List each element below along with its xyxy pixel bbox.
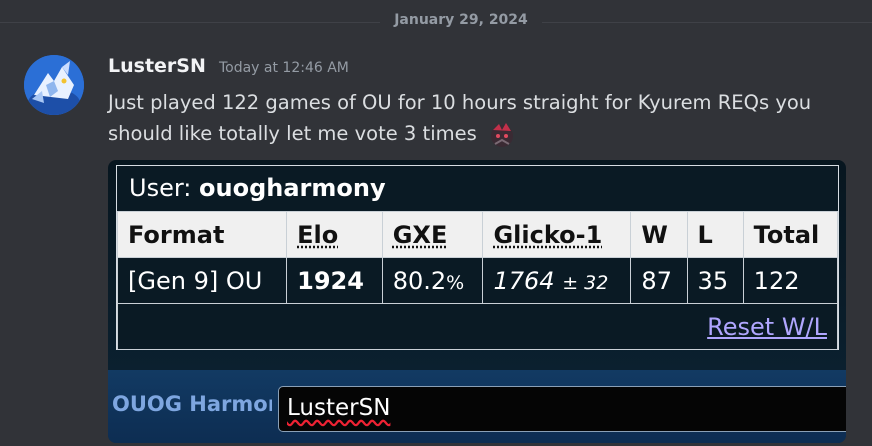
divider-line-right — [542, 22, 872, 23]
user-label: User: — [129, 174, 192, 202]
table-row: [Gen 9] OU 1924 80.2% 1764 ± 32 87 35 12… — [116, 257, 839, 304]
ladder-stats-panel: User: ouogharmony Format Elo GXE Glicko-… — [116, 165, 839, 350]
avatar[interactable] — [24, 55, 84, 115]
cell-glicko: 1764 ± 32 — [482, 257, 632, 304]
ladder-user-line: User: ouogharmony — [129, 174, 386, 202]
cell-wins: 87 — [630, 257, 688, 304]
reset-cell: Reset W/L — [117, 303, 838, 350]
name-label: OUOG Harmony — [112, 392, 272, 416]
header-wins: W — [630, 211, 688, 258]
kyurem-avatar-icon — [24, 55, 84, 115]
reset-row: Reset W/L — [117, 303, 838, 350]
user-name: ouogharmony — [199, 174, 386, 202]
header-total: Total — [742, 211, 839, 258]
cell-gxe: 80.2% — [381, 257, 484, 304]
message-timestamp[interactable]: Today at 12:46 AM — [219, 60, 349, 76]
cell-format: [Gen 9] OU — [116, 257, 288, 304]
header-gxe: GXE — [381, 211, 484, 258]
message-content: Just played 122 games of OU for 10 hours… — [108, 87, 848, 150]
table-header-row: Format Elo GXE Glicko-1 W L Total — [116, 211, 839, 258]
cell-elo: 1924 — [286, 257, 383, 304]
image-attachment[interactable]: User: ouogharmony Format Elo GXE Glicko-… — [108, 160, 846, 443]
header-losses: L — [686, 211, 744, 258]
date-divider: January 29, 2024 — [0, 10, 872, 34]
message-header: LusterSN Today at 12:46 AM — [108, 55, 349, 83]
reset-wl-link[interactable]: Reset W/L — [707, 313, 827, 341]
header-format: Format — [116, 211, 288, 258]
message-author[interactable]: LusterSN — [108, 55, 206, 77]
ladder-stats-table: Format Elo GXE Glicko-1 W L Total [Gen 9… — [116, 211, 839, 350]
name-input[interactable]: LusterSN — [278, 386, 846, 432]
divider-line-left — [0, 22, 380, 23]
chat-view: January 29, 2024 LusterSN Today at 12:46… — [0, 0, 872, 446]
name-input-value: LusterSN — [287, 395, 391, 421]
header-glicko: Glicko-1 — [482, 211, 632, 258]
cell-losses: 35 — [686, 257, 744, 304]
custom-emoji-icon[interactable] — [487, 120, 517, 150]
header-elo: Elo — [286, 211, 383, 258]
cell-total: 122 — [742, 257, 839, 304]
date-divider-text: January 29, 2024 — [394, 12, 528, 28]
message-text: Just played 122 games of OU for 10 hours… — [108, 91, 812, 145]
